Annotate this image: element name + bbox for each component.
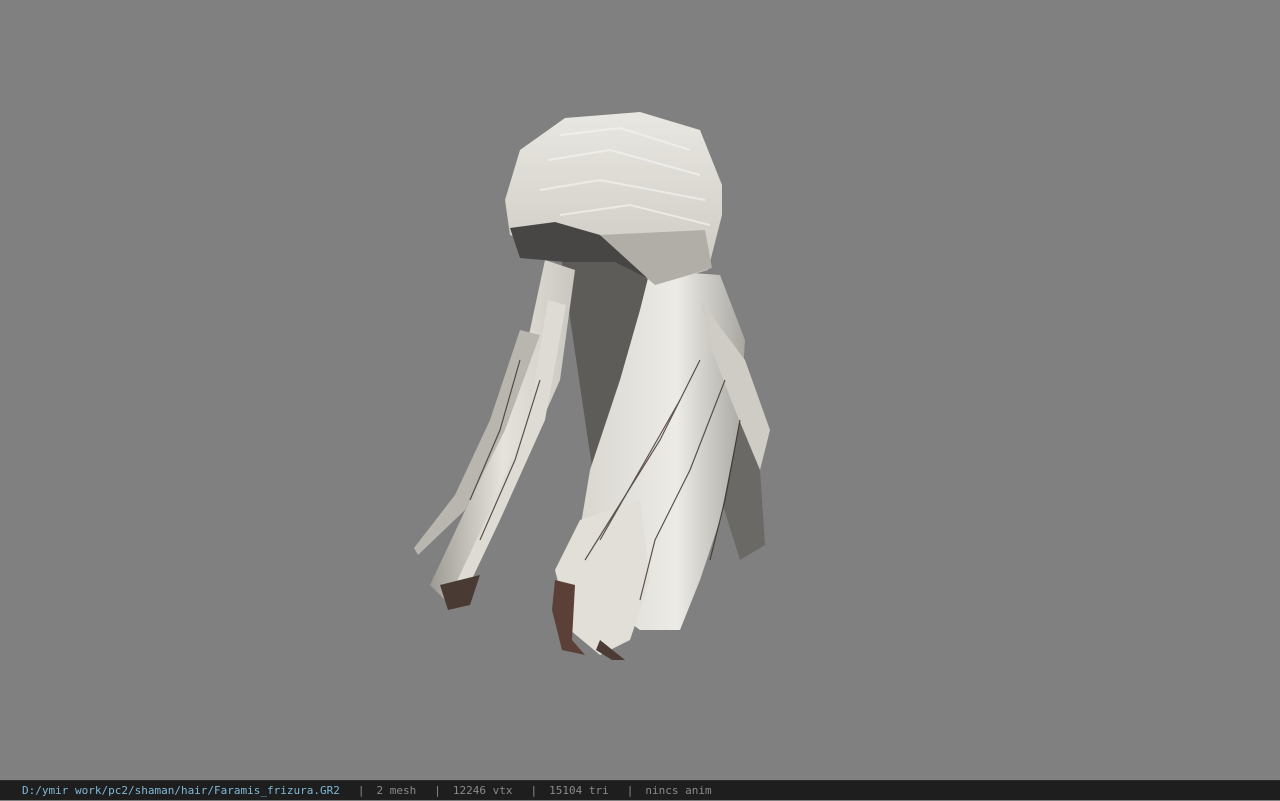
status-separator: | [357,783,365,797]
triangle-count: 15104 tri [549,783,609,797]
status-bar: D:/ymir work/pc2/shaman/hair/Faramis_fri… [0,780,1280,800]
animation-status: nincs anim [645,783,712,797]
status-separator: | [626,783,634,797]
hair-model-render [414,112,770,660]
3d-viewport[interactable] [0,0,1280,780]
file-path: D:/ymir work/pc2/shaman/hair/Faramis_fri… [22,783,340,797]
status-separator: | [530,783,538,797]
mesh-count: 2 mesh [376,783,417,797]
status-separator: | [434,783,441,797]
vertex-count: 12246 vtx [452,783,513,797]
